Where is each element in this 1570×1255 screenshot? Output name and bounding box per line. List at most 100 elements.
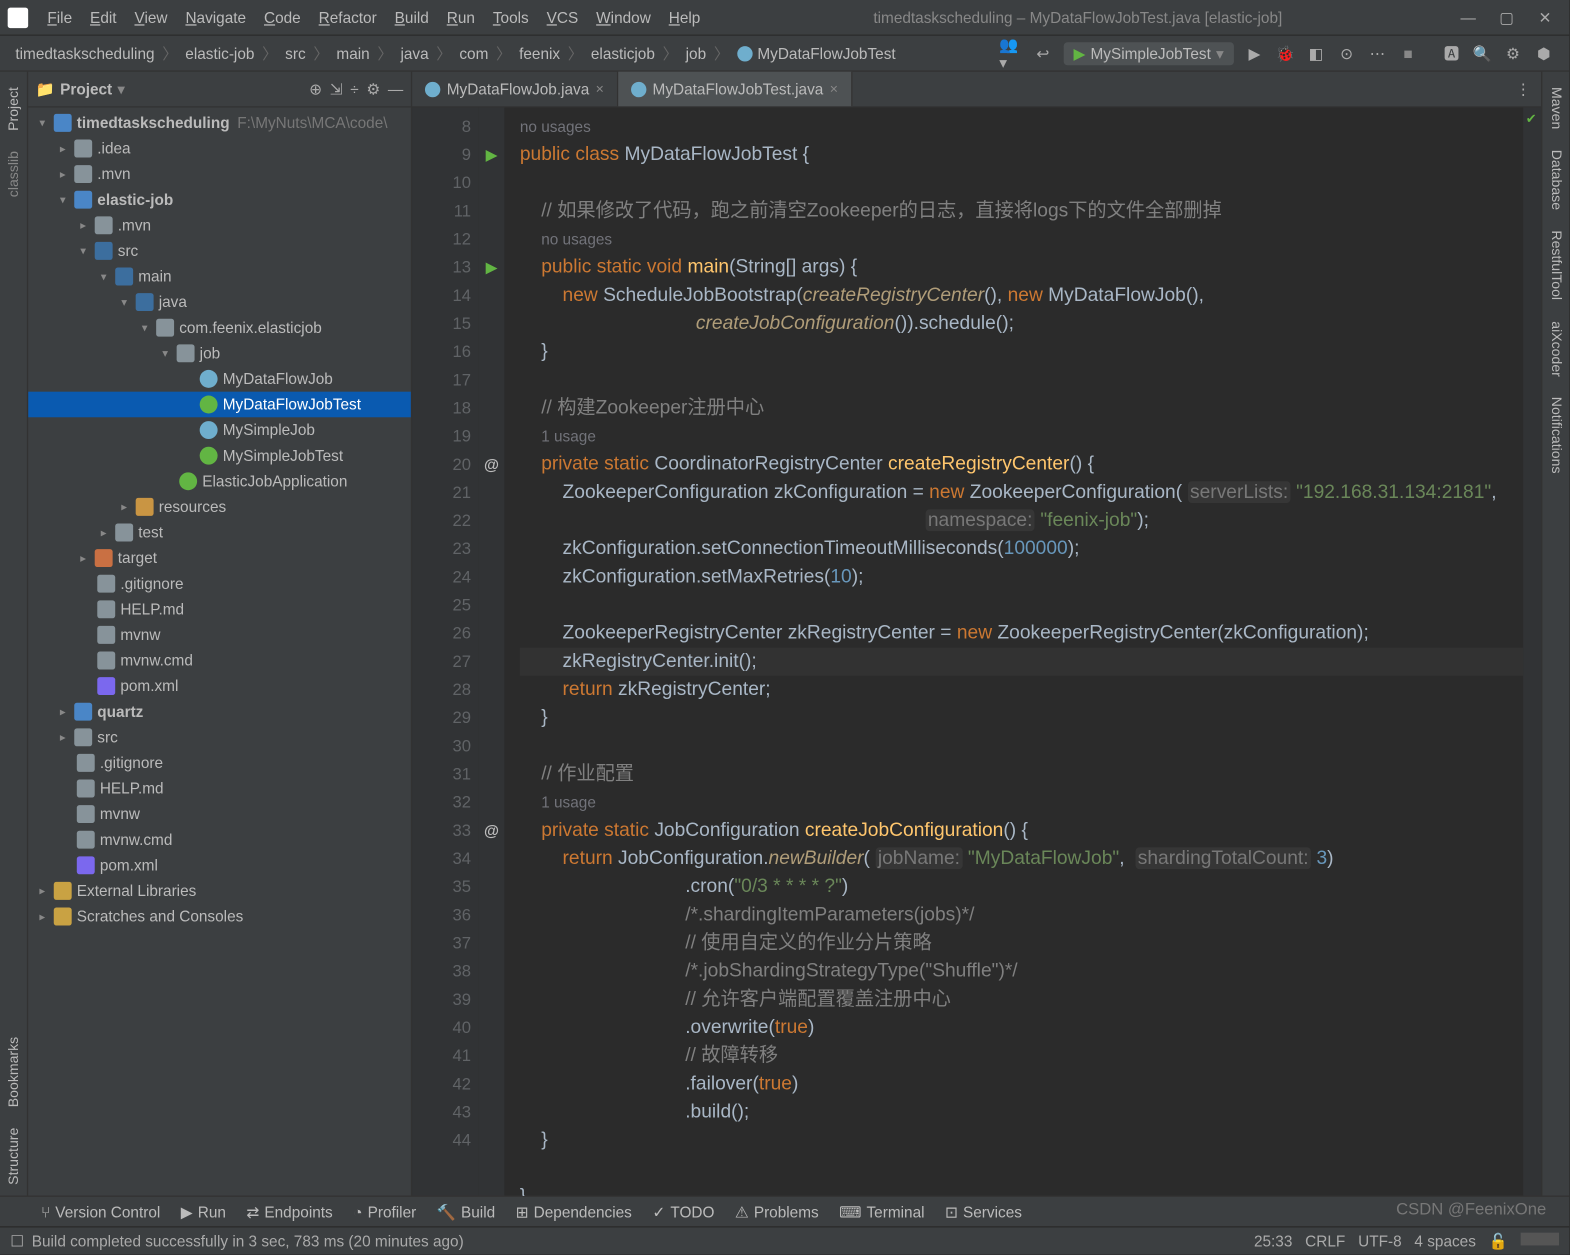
menu-run[interactable]: Run [438, 8, 484, 26]
readonly-icon[interactable]: 🔓 [1489, 1232, 1508, 1250]
tree-item[interactable]: ▾com.feenix.elasticjob [28, 315, 411, 341]
restful-tab[interactable]: RestfulTool [1546, 220, 1566, 310]
bottom-tab-version-control[interactable]: ⑂Version Control [31, 1203, 171, 1221]
file-encoding[interactable]: UTF-8 [1358, 1232, 1402, 1250]
tree-item[interactable]: pom.xml [28, 673, 411, 699]
translate-icon[interactable]: 🅰 [1439, 40, 1465, 66]
indent-setting[interactable]: 4 spaces [1414, 1232, 1475, 1250]
close-tab-icon[interactable]: × [830, 81, 838, 96]
bottom-tab-services[interactable]: ⊡Services [935, 1203, 1032, 1221]
breadcrumb-item[interactable]: job [681, 44, 712, 62]
bookmarks-tab[interactable]: Bookmarks [3, 1027, 23, 1118]
breadcrumb-item[interactable]: main [331, 44, 375, 62]
bottom-tab-profiler[interactable]: ◔Profiler [343, 1203, 427, 1221]
back-arrow-icon[interactable]: ↩ [1030, 40, 1056, 66]
expand-icon[interactable]: ⇲ [330, 80, 343, 98]
tree-item[interactable]: ▸target [28, 545, 411, 571]
coverage-button[interactable]: ◧ [1303, 40, 1329, 66]
tree-item[interactable]: MySimpleJob [28, 417, 411, 443]
breadcrumb-item[interactable]: feenix [514, 44, 565, 62]
select-opened-icon[interactable]: ⊕ [309, 80, 322, 98]
bottom-tab-build[interactable]: 🔨Build [427, 1203, 506, 1221]
project-tool-tab[interactable]: Project [3, 77, 23, 141]
bottom-tab-endpoints[interactable]: ⇄Endpoints [236, 1203, 343, 1221]
editor-tab[interactable]: MyDataFlowJob.java× [412, 72, 618, 107]
tree-item[interactable]: ▾src [28, 238, 411, 264]
breadcrumb-item[interactable]: timedtaskscheduling [10, 44, 159, 62]
breadcrumb-item[interactable]: elasticjob [586, 44, 660, 62]
tree-item[interactable]: ▾java [28, 289, 411, 315]
menu-window[interactable]: Window [587, 8, 660, 26]
structure-tab[interactable]: Structure [3, 1118, 23, 1196]
menu-refactor[interactable]: Refactor [310, 8, 386, 26]
tabs-more-icon[interactable]: ⋮ [1505, 72, 1541, 107]
code-editor[interactable]: no usagespublic class MyDataFlowJobTest … [504, 108, 1523, 1196]
more-run-icon[interactable]: ⋯ [1364, 40, 1390, 66]
maven-tab[interactable]: Maven [1546, 77, 1566, 140]
tree-item[interactable]: mvnw [28, 801, 411, 827]
close-button[interactable]: ✕ [1528, 4, 1561, 30]
tree-item[interactable]: ▸test [28, 520, 411, 546]
tree-item[interactable]: mvnw [28, 622, 411, 648]
tree-item[interactable]: ▾job [28, 340, 411, 366]
bottom-tab-todo[interactable]: ✓TODO [642, 1203, 725, 1221]
bottom-tab-terminal[interactable]: ⌨Terminal [829, 1203, 935, 1221]
aixcoder-tab[interactable]: aiXcoder [1546, 310, 1566, 386]
run-button[interactable]: ▶ [1242, 40, 1268, 66]
menu-build[interactable]: Build [386, 8, 438, 26]
bottom-tab-run[interactable]: ▶Run [171, 1203, 237, 1221]
breadcrumb-item[interactable]: MyDataFlowJobTest [732, 44, 901, 62]
breadcrumb-item[interactable]: src [280, 44, 311, 62]
database-tab[interactable]: Database [1546, 140, 1566, 221]
tree-item[interactable]: ▸.mvn [28, 212, 411, 238]
line-separator[interactable]: CRLF [1305, 1232, 1345, 1250]
menu-navigate[interactable]: Navigate [176, 8, 255, 26]
tree-item[interactable]: mvnw.cmd [28, 648, 411, 674]
profile-button[interactable]: ⊙ [1334, 40, 1360, 66]
tree-item[interactable]: MyDataFlowJobTest [28, 392, 411, 418]
users-icon[interactable]: 👥▾ [999, 40, 1025, 66]
tree-item[interactable]: ElasticJobApplication [28, 468, 411, 494]
tree-item[interactable]: HELP.md [28, 596, 411, 622]
tree-item[interactable]: ▸.mvn [28, 161, 411, 187]
breadcrumb-item[interactable]: com [454, 44, 493, 62]
notifications-tab[interactable]: Notifications [1546, 387, 1566, 484]
breadcrumb-item[interactable]: elastic-job [180, 44, 259, 62]
tree-item[interactable]: ▾main [28, 264, 411, 290]
tree-root[interactable]: ▾timedtaskschedulingF:\MyNuts\MCA\code\ [28, 110, 411, 136]
tree-item[interactable]: pom.xml [28, 852, 411, 878]
menu-view[interactable]: View [126, 8, 177, 26]
tree-item[interactable]: ▸quartz [28, 699, 411, 725]
debug-button[interactable]: 🐞 [1272, 40, 1298, 66]
tree-item[interactable]: MySimpleJobTest [28, 443, 411, 469]
settings-icon[interactable]: ⚙ [1500, 40, 1526, 66]
tree-item[interactable]: mvnw.cmd [28, 827, 411, 853]
classlib-tab[interactable]: classlib [3, 141, 23, 208]
project-tree[interactable]: ▾timedtaskschedulingF:\MyNuts\MCA\code\ ▸… [28, 108, 411, 1196]
collapse-icon[interactable]: ÷ [350, 80, 358, 98]
tree-item[interactable]: ▾elastic-job [28, 187, 411, 213]
tree-item[interactable]: ▸src [28, 724, 411, 750]
tree-item[interactable]: HELP.md [28, 776, 411, 802]
menu-tools[interactable]: Tools [484, 8, 538, 26]
bottom-tab-problems[interactable]: ⚠Problems [725, 1203, 829, 1221]
run-config-selector[interactable]: ▶ MySimpleJobTest ▾ [1063, 42, 1234, 65]
menu-file[interactable]: File [38, 8, 81, 26]
bottom-tab-dependencies[interactable]: ⊞Dependencies [505, 1203, 642, 1221]
menu-help[interactable]: Help [660, 8, 710, 26]
ai-icon[interactable]: ⬢ [1531, 40, 1557, 66]
settings-icon[interactable]: ⚙ [366, 80, 380, 98]
tree-item[interactable]: .gitignore [28, 750, 411, 776]
menu-edit[interactable]: Edit [81, 8, 125, 26]
hide-icon[interactable]: — [388, 80, 403, 98]
menu-code[interactable]: Code [255, 8, 310, 26]
tree-item[interactable]: ▸External Libraries [28, 878, 411, 904]
editor-tab[interactable]: MyDataFlowJobTest.java× [618, 72, 852, 107]
maximize-button[interactable]: ▢ [1490, 4, 1523, 30]
search-icon[interactable]: 🔍 [1469, 40, 1495, 66]
menu-vcs[interactable]: VCS [538, 8, 588, 26]
breadcrumb-item[interactable]: java [395, 44, 433, 62]
tree-item[interactable]: MyDataFlowJob [28, 366, 411, 392]
tree-item[interactable]: ▸resources [28, 494, 411, 520]
stop-button[interactable]: ■ [1395, 40, 1421, 66]
